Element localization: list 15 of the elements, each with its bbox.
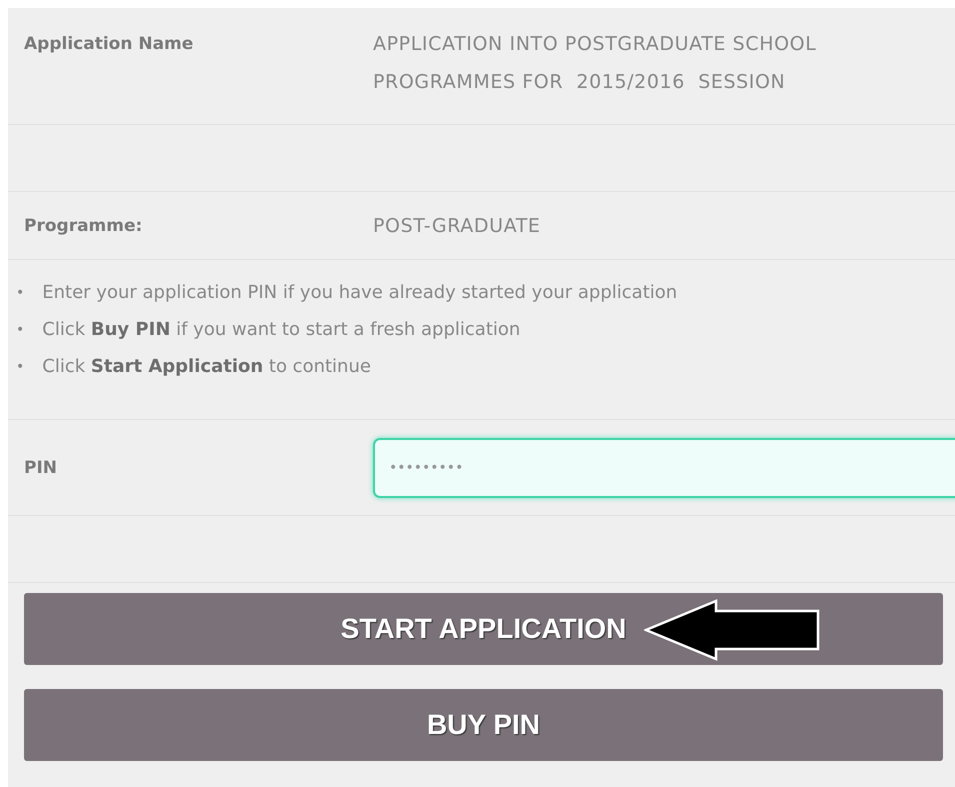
field-label: Application Name: [24, 33, 194, 56]
pin-input-field[interactable]: •••••••••: [373, 438, 955, 498]
field-label: PIN: [24, 458, 58, 478]
field-value: POST-GRADUATE: [373, 214, 542, 238]
bullet-mark: •: [16, 320, 24, 340]
field-value: APPLICATION INTO POSTGRADUATE SCHOOL: [373, 32, 818, 57]
bullet-mark: •: [16, 284, 24, 302]
instruction-text: Click Buy PIN if you want to start a fresh application: [42, 318, 520, 342]
field-label: Programme:: [24, 216, 144, 236]
bullet-mark: •: [16, 358, 24, 376]
buy-pin-button[interactable]: BUY PIN: [24, 689, 943, 761]
instruction-text: Click Start Application to continue: [42, 354, 371, 378]
start-application-button[interactable]: START APPLICATION: [24, 593, 943, 665]
instruction-text: Enter your application PIN if you have already started your application: [42, 280, 678, 304]
field-value: PROGRAMMES FOR 2015/2016 SESSION: [373, 70, 786, 95]
